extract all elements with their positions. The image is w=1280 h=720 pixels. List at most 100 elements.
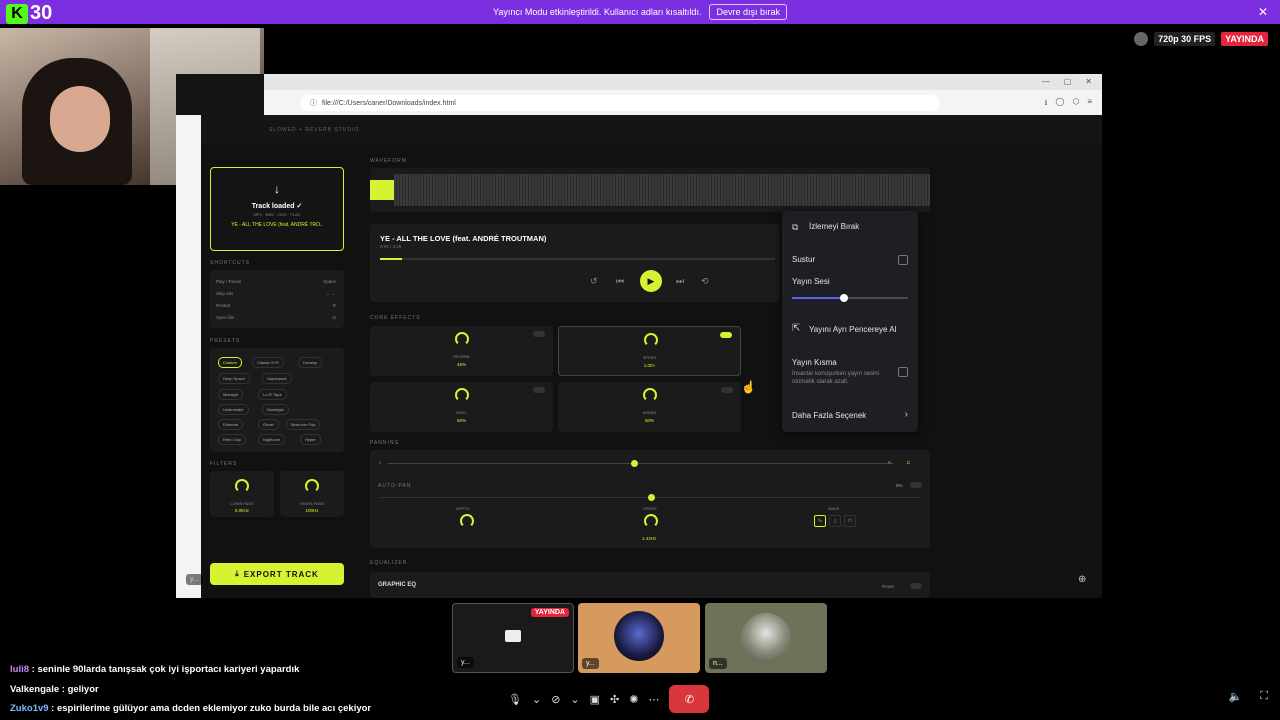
popout-item[interactable]: Yayını Ayrı Pencereye Al xyxy=(809,325,896,334)
high-pass-panel: HIGHS PASS 100Hz xyxy=(280,471,344,517)
account-icon[interactable]: ◯ xyxy=(1055,97,1064,111)
previous-icon[interactable]: ⏮ xyxy=(616,276,624,287)
camera-off-icon[interactable]: ⊘ xyxy=(551,693,560,706)
speed-name: SPEED xyxy=(642,355,657,360)
vinyl-toggle[interactable] xyxy=(533,387,545,393)
share-screen-icon[interactable]: ▣ xyxy=(590,693,600,706)
file-drop-zone[interactable]: ↓ Track loaded ✓ MP3 · WAV · OGG · FLAC … xyxy=(210,167,344,251)
wave-triangle-icon[interactable]: △ xyxy=(829,515,841,527)
preset-chip[interactable]: Deep Space xyxy=(218,373,251,384)
vinyl-knob[interactable] xyxy=(455,388,469,402)
preset-chip[interactable]: Nightcore xyxy=(258,434,286,445)
stream-volume-label: Yayın Sesi xyxy=(792,277,830,286)
reverb-knob[interactable] xyxy=(455,332,469,346)
depth-knob[interactable] xyxy=(460,514,474,528)
eq-toggle[interactable] xyxy=(910,583,922,589)
preset-chip[interactable]: Bedroom Pop xyxy=(286,419,321,430)
volume-icon[interactable]: 🔈 xyxy=(1229,690,1243,703)
speed-effect: SPEED 1.00× xyxy=(558,326,741,376)
zoom-icon[interactable]: ⊕ xyxy=(1078,574,1086,585)
logo-letter: K xyxy=(6,3,28,24)
more-options-item[interactable]: Daha Fazla Seçenek xyxy=(792,411,866,420)
widen-value: 50% xyxy=(644,418,654,423)
preset-chip[interactable]: Vaporwave xyxy=(262,373,292,384)
play-button[interactable]: ▶ xyxy=(640,270,662,292)
export-track-button[interactable]: ⤓ EXPORT TRACK xyxy=(210,563,344,585)
preset-chip[interactable]: Underwater xyxy=(218,404,249,415)
preset-chip[interactable]: Hyper xyxy=(300,434,321,445)
chat-username[interactable]: Zuko1v9 xyxy=(10,703,49,714)
shortcut-key: ← → xyxy=(325,291,336,296)
export-icon: ⤓ xyxy=(235,569,240,578)
close-icon[interactable]: ✕ xyxy=(1258,5,1268,19)
attenuation-item[interactable]: Yayın Kısma xyxy=(792,358,837,367)
soundboard-icon[interactable]: ✺ xyxy=(629,693,638,706)
preset-chip[interactable]: Nostalgia xyxy=(262,404,289,415)
participant-tile-screenshare[interactable]: YAYINDA y... xyxy=(452,603,574,673)
autopan-slider-handle[interactable] xyxy=(648,494,655,501)
menu-icon[interactable]: ≡ xyxy=(1087,97,1092,111)
preset-chip[interactable]: Custom xyxy=(218,357,242,368)
autopan-speed-knob[interactable] xyxy=(644,514,658,528)
waveform-display[interactable] xyxy=(370,168,930,212)
stop-watching-item[interactable]: İzlemeyi Bırak xyxy=(809,222,859,231)
activities-icon[interactable]: ✣ xyxy=(610,693,619,706)
panning-label: PANNING xyxy=(370,440,400,446)
restart-icon[interactable]: ↺ xyxy=(590,276,598,287)
download-icon[interactable]: ⭳ xyxy=(1045,97,1048,111)
banner-message: Yayıncı Modu etkinleştirildi. Kullanıcı … xyxy=(493,7,702,17)
chevron-down-icon[interactable]: ⌄ xyxy=(570,693,579,706)
participant-tile[interactable]: y... xyxy=(578,603,700,673)
loop-icon[interactable]: ⟲ xyxy=(701,276,709,287)
pan-center-label: C xyxy=(907,460,911,465)
preset-chip[interactable]: Classic S+R xyxy=(252,357,284,368)
widen-knob[interactable] xyxy=(643,388,657,402)
wave-square-icon[interactable]: ⊓ xyxy=(844,515,856,527)
mute-checkbox[interactable] xyxy=(898,255,908,265)
address-bar[interactable]: ⓘ file:///C:/Users/caner/Downloads/index… xyxy=(300,95,940,111)
preset-chip[interactable]: Retro Day xyxy=(218,434,247,445)
stream-volume-handle[interactable] xyxy=(840,294,849,302)
mute-item[interactable]: Sustur xyxy=(792,255,815,264)
fullscreen-icon[interactable]: ⛶ xyxy=(1260,690,1268,703)
speed-toggle[interactable] xyxy=(720,332,732,338)
wave-sine-icon[interactable]: ∿ xyxy=(814,515,826,527)
preset-chip[interactable]: Lo-Fi Tape xyxy=(258,389,287,400)
reverb-toggle[interactable] xyxy=(533,331,545,337)
mouse-cursor-icon: ☝ xyxy=(741,380,756,394)
preset-chip[interactable]: Dreamy xyxy=(298,357,323,368)
call-toolbar: 🎙 ⌄ ⊘ ⌄ ▣ ✣ ✺ ⋯ ✆ xyxy=(508,685,710,713)
attenuation-checkbox[interactable] xyxy=(898,367,908,377)
close-window-icon[interactable]: ✕ xyxy=(1085,77,1092,86)
extensions-icon[interactable]: ⬡ xyxy=(1072,97,1079,111)
more-icon[interactable]: ⋯ xyxy=(648,693,659,706)
widen-toggle[interactable] xyxy=(721,387,733,393)
next-icon[interactable]: ⏭ xyxy=(676,276,684,287)
low-pass-name: LOWS PASS xyxy=(230,501,254,506)
eq-reset-button[interactable]: Reset xyxy=(882,584,894,589)
chat-message: luli8 : seninle 90larda tanışsak çok iyi… xyxy=(10,664,299,675)
minimize-icon[interactable]: — xyxy=(1042,77,1050,86)
preset-chip[interactable]: Ethereal xyxy=(218,419,243,430)
vinyl-value: 50% xyxy=(456,418,466,423)
pan-slider[interactable] xyxy=(388,463,893,464)
track-progress[interactable] xyxy=(380,258,775,260)
chat-username[interactable]: luli8 xyxy=(10,664,29,675)
shortcuts-label: SHORTCUTS xyxy=(210,260,251,266)
pan-slider-handle[interactable] xyxy=(631,460,638,467)
chevron-down-icon[interactable]: ⌄ xyxy=(532,693,541,706)
leave-call-button[interactable]: ✆ xyxy=(669,685,710,713)
autopan-toggle[interactable] xyxy=(910,482,922,488)
maximize-icon[interactable]: ▢ xyxy=(1064,77,1072,86)
pan-right-label: R xyxy=(888,460,892,465)
preset-chip[interactable]: Ghost xyxy=(258,419,279,430)
participant-tile[interactable]: n... xyxy=(705,603,827,673)
low-pass-knob[interactable] xyxy=(235,479,249,493)
chat-username[interactable]: Valkengale xyxy=(10,684,59,695)
disable-streamer-mode-button[interactable]: Devre dışı bırak xyxy=(709,4,787,20)
high-pass-knob[interactable] xyxy=(305,479,319,493)
microphone-icon[interactable]: 🎙 xyxy=(508,693,522,706)
stream-volume-slider[interactable] xyxy=(792,294,908,302)
preset-chip[interactable]: Midnight xyxy=(218,389,244,400)
speed-knob[interactable] xyxy=(644,333,658,347)
